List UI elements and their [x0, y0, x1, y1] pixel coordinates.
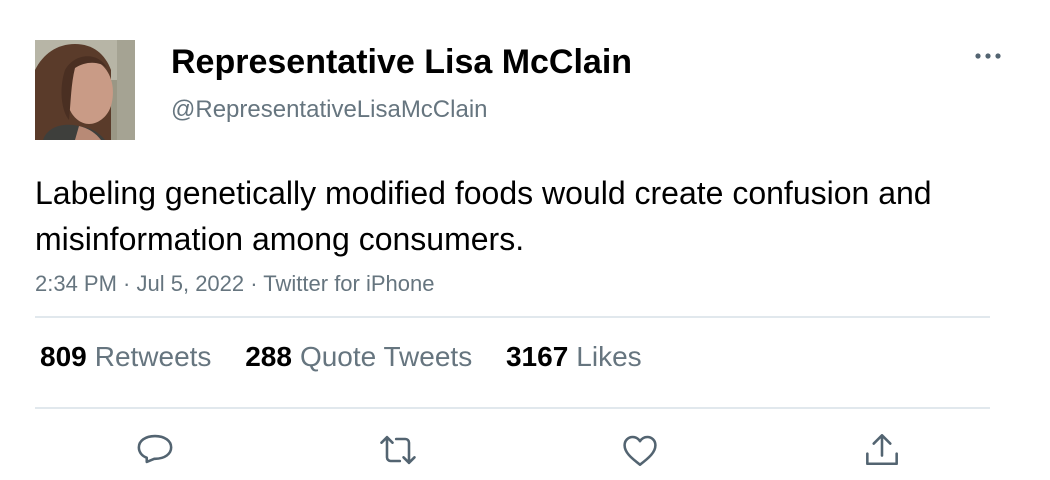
author-display-name[interactable]: Representative Lisa McClain	[171, 43, 632, 82]
tweet-date[interactable]: Jul 5, 2022	[137, 271, 245, 296]
like-button[interactable]	[618, 428, 662, 472]
likes-stat[interactable]: 3167 Likes	[506, 341, 642, 372]
author-handle[interactable]: @RepresentativeLisaMcClain	[171, 96, 488, 124]
share-button[interactable]	[860, 428, 904, 472]
share-icon	[866, 434, 898, 466]
retweets-count: 809	[40, 341, 87, 372]
quote-tweets-count: 288	[245, 341, 292, 372]
meta-separator: ·	[244, 271, 264, 296]
avatar[interactable]	[35, 40, 135, 140]
likes-count: 3167	[505, 341, 569, 372]
retweet-button[interactable]	[376, 428, 420, 472]
more-options-button[interactable]	[968, 44, 1008, 68]
tweet-time[interactable]: 2:34 PM	[35, 271, 117, 296]
tweet-metadata: 2:34 PM · Jul 5, 2022 · Twitter for iPho…	[35, 271, 434, 297]
meta-separator: ·	[116, 271, 137, 296]
reply-icon	[137, 434, 173, 464]
tweet-source[interactable]: Twitter for iPhone	[263, 271, 434, 296]
likes-label: Likes	[576, 341, 642, 372]
reply-button[interactable]	[133, 428, 177, 472]
divider	[35, 316, 990, 318]
retweets-label: Retweets	[94, 341, 212, 372]
like-icon	[623, 435, 657, 466]
quote-tweets-stat[interactable]: 288 Quote Tweets	[245, 341, 472, 372]
tweet-text: Labeling genetically modified foods woul…	[35, 175, 932, 257]
more-horizontal-icon	[975, 53, 1001, 59]
engagement-stats: 809 Retweets 288 Quote Tweets 3167 Likes	[40, 341, 668, 373]
retweet-icon	[380, 435, 416, 465]
retweets-stat[interactable]: 809 Retweets	[40, 341, 211, 372]
quote-tweets-label: Quote Tweets	[299, 341, 473, 372]
avatar-image	[35, 40, 135, 140]
divider	[35, 407, 990, 409]
